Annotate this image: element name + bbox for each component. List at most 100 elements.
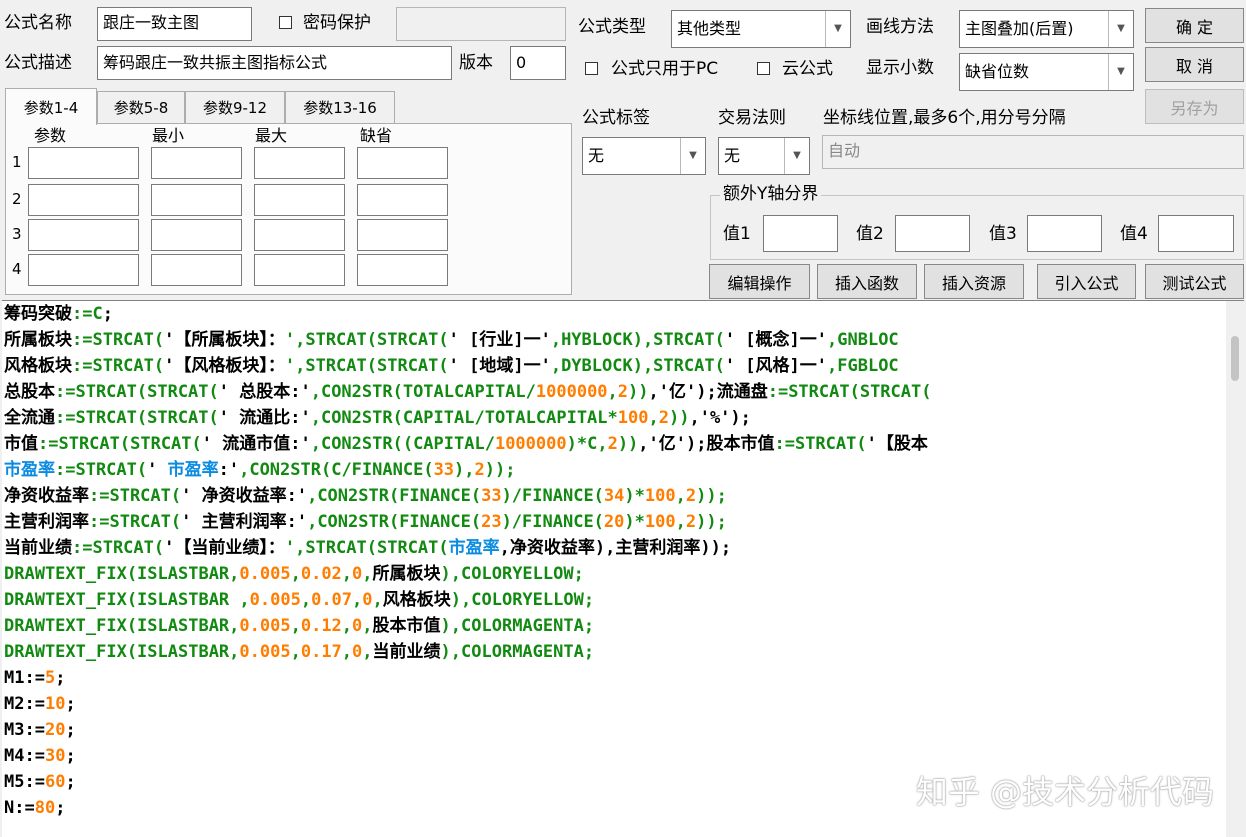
draw-method-select[interactable]: 主图叠加(后置) ▼ xyxy=(959,10,1134,48)
code-token: 市盈率 xyxy=(448,538,500,558)
param-1-default-input[interactable] xyxy=(357,147,448,179)
code-token: ' [地域]一' xyxy=(448,356,551,376)
param-4-max-input[interactable] xyxy=(254,254,345,286)
code-token: , xyxy=(352,590,363,610)
code-token: 主营利润率 xyxy=(4,512,89,532)
chevron-down-icon: ▼ xyxy=(784,138,809,174)
password-input[interactable] xyxy=(396,7,566,41)
decimals-label: 显示小数 xyxy=(866,58,934,78)
param-2-min-input[interactable] xyxy=(151,184,242,216)
code-token: 10 xyxy=(44,694,66,714)
value1-input[interactable] xyxy=(763,215,838,252)
value3-input[interactable] xyxy=(1027,215,1102,252)
param-4-min-input[interactable] xyxy=(151,254,242,286)
code-token: ),COLORMAGENTA; xyxy=(440,642,595,662)
code-token: ',STRCAT(STRCAT( xyxy=(284,356,449,376)
code-token: )) xyxy=(617,434,639,454)
code-token: 60 xyxy=(44,772,66,792)
param-1-max-input[interactable] xyxy=(254,147,345,179)
code-token: 2 xyxy=(685,486,697,506)
version-input[interactable]: 0 xyxy=(510,46,566,80)
value2-label: 值2 xyxy=(856,224,884,244)
param-2-default-input[interactable] xyxy=(357,184,448,216)
ok-button[interactable]: 确 定 xyxy=(1145,8,1244,43)
code-token: )); xyxy=(696,486,727,506)
code-token: ' xyxy=(147,460,168,480)
formula-desc-label: 公式描述 xyxy=(4,53,72,73)
param-2-name-input[interactable] xyxy=(28,184,139,216)
vertical-scrollbar[interactable] xyxy=(1226,301,1244,837)
cancel-button[interactable]: 取 消 xyxy=(1145,47,1244,82)
code-token: )* xyxy=(624,512,645,532)
code-line: 筹码突破:=C; xyxy=(4,301,113,327)
edit-operation-button[interactable]: 编辑操作 xyxy=(709,264,810,299)
code-token: 0.005 xyxy=(249,590,301,610)
trade-rule-select[interactable]: 无 ▼ xyxy=(718,137,810,175)
code-token: ),COLORYELLOW; xyxy=(450,590,595,610)
param-2-max-input[interactable] xyxy=(254,184,345,216)
code-token: 33 xyxy=(481,486,502,506)
code-token: 所属板块 xyxy=(4,330,72,350)
param-3-default-input[interactable] xyxy=(357,219,448,251)
code-token: ,'亿');流通盘 xyxy=(648,382,768,402)
cloud-formula-checkbox[interactable] xyxy=(757,62,770,75)
code-token: ,CON2STR(C/FINANCE( xyxy=(239,460,434,480)
formula-type-select[interactable]: 其他类型 ▼ xyxy=(671,10,851,48)
param-3-max-input[interactable] xyxy=(254,219,345,251)
value4-input[interactable] xyxy=(1158,215,1234,252)
tab-params-5-8[interactable]: 参数5-8 xyxy=(97,91,185,123)
decimals-select[interactable]: 缺省位数 ▼ xyxy=(959,53,1134,91)
code-token: 34 xyxy=(603,486,625,506)
code-token: 2 xyxy=(658,408,669,428)
code-token: 当前业绩 xyxy=(372,642,441,662)
code-token: DRAWTEXT_FIX(ISLASTBAR, xyxy=(4,564,240,584)
code-token: :=STRCAT( xyxy=(72,538,165,558)
code-token: , xyxy=(607,382,618,402)
save-as-button[interactable]: 另存为 xyxy=(1145,89,1244,124)
code-token: :=STRCAT( xyxy=(774,434,867,454)
code-token: )/FINANCE( xyxy=(501,512,604,532)
code-token: :=STRCAT( xyxy=(72,330,165,350)
formula-name-label: 公式名称 xyxy=(4,13,72,33)
insert-function-button[interactable]: 插入函数 xyxy=(817,264,917,299)
code-token: ' 流通比:' xyxy=(218,408,311,428)
axis-position-input[interactable]: 自动 xyxy=(822,135,1244,169)
param-3-name-input[interactable] xyxy=(28,219,139,251)
tab-params-13-16[interactable]: 参数13-16 xyxy=(285,91,395,123)
code-token: )/FINANCE( xyxy=(501,486,604,506)
param-4-default-input[interactable] xyxy=(357,254,448,286)
code-line: DRAWTEXT_FIX(ISLASTBAR,0.005,0.17,0,当前业绩… xyxy=(4,639,594,665)
import-formula-button[interactable]: 引入公式 xyxy=(1037,264,1136,299)
code-token: ' 流通市值:' xyxy=(201,434,311,454)
param-1-name-input[interactable] xyxy=(28,147,139,179)
value2-input[interactable] xyxy=(895,215,970,252)
pc-only-checkbox[interactable] xyxy=(585,62,598,75)
code-token: )*C, xyxy=(566,434,608,454)
tab-params-1-4[interactable]: 参数1-4 xyxy=(5,88,97,125)
chevron-down-icon: ▼ xyxy=(1108,11,1133,47)
code-token: , xyxy=(341,642,353,662)
param-3-min-input[interactable] xyxy=(151,219,242,251)
param-1-min-input[interactable] xyxy=(151,147,242,179)
code-token: C xyxy=(92,304,103,324)
code-editor[interactable]: 筹码突破:=C; 所属板块:=STRCAT('【所属板块】：',STRCAT(ST… xyxy=(2,300,1244,837)
test-formula-button[interactable]: 测试公式 xyxy=(1145,264,1244,299)
code-token: 市值 xyxy=(4,434,38,454)
param-4-name-input[interactable] xyxy=(28,254,139,286)
formula-tag-select[interactable]: 无 ▼ xyxy=(582,137,706,175)
tab-params-9-12[interactable]: 参数9-12 xyxy=(185,91,285,123)
scrollbar-thumb[interactable] xyxy=(1231,336,1239,381)
code-token: ' 总股本:' xyxy=(218,382,311,402)
pc-only-label: 公式只用于PC xyxy=(611,59,719,79)
formula-type-value: 其他类型 xyxy=(677,19,742,38)
code-token: M5:= xyxy=(4,772,45,792)
formula-desc-input[interactable]: 筹码跟庄一致共振主图指标公式 xyxy=(97,46,452,80)
code-token: 100 xyxy=(644,512,676,532)
insert-resource-button[interactable]: 插入资源 xyxy=(924,264,1024,299)
formula-name-input[interactable]: 跟庄一致主图 xyxy=(97,7,252,41)
code-line: M1:=5; xyxy=(4,665,65,691)
col-min-header: 最小 xyxy=(152,126,185,145)
trade-rule-value: 无 xyxy=(724,146,741,165)
password-checkbox[interactable] xyxy=(279,16,292,29)
code-token: ,净资收益率),主营利润率)); xyxy=(499,538,732,558)
